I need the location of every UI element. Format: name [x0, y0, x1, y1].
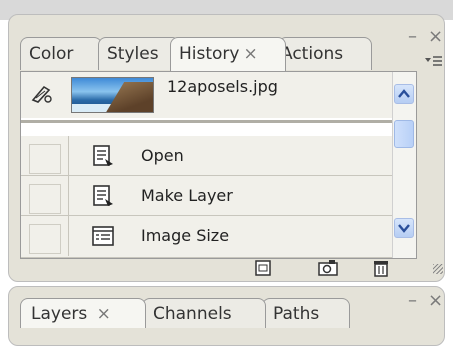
snapshot-name: 12aposels.jpg — [167, 77, 278, 96]
state-source-box[interactable] — [29, 144, 61, 174]
scroll-up-button[interactable] — [394, 84, 414, 104]
history-state-row[interactable]: Make Layer — [21, 176, 416, 216]
image-size-icon — [91, 224, 115, 248]
resize-grip-icon[interactable] — [433, 264, 443, 274]
vertical-scrollbar[interactable] — [392, 72, 416, 258]
tab-actions[interactable]: Actions — [278, 37, 372, 70]
minimize-icon[interactable]: – — [408, 290, 417, 311]
trash-icon — [374, 261, 388, 277]
history-state-row[interactable]: Image Size — [21, 216, 416, 258]
chevron-down-icon — [398, 224, 410, 233]
history-state-row[interactable]: Open — [21, 136, 416, 176]
history-list: 12aposels.jpg Open Make Layer Image Size — [20, 71, 417, 259]
snapshot-row[interactable]: 12aposels.jpg — [21, 72, 416, 118]
tab-channels[interactable]: Channels — [142, 298, 266, 328]
tab-layers[interactable]: Layers × — [20, 298, 146, 328]
state-label: Image Size — [141, 226, 230, 245]
history-brush-source-icon[interactable] — [30, 82, 52, 104]
new-snapshot-button[interactable] — [317, 258, 339, 278]
snapshot-thumbnail — [71, 77, 154, 113]
tab-label: History — [179, 44, 240, 64]
new-document-from-state-icon — [255, 260, 271, 276]
state-source-box[interactable] — [29, 224, 61, 254]
tab-close-icon[interactable]: × — [97, 304, 111, 324]
delete-state-button[interactable] — [370, 258, 392, 278]
tab-paths[interactable]: Paths — [262, 298, 350, 328]
state-source-box[interactable] — [29, 184, 61, 214]
tab-label: Channels — [153, 304, 232, 324]
tab-label: Layers — [31, 304, 88, 324]
camera-icon — [318, 260, 338, 276]
scroll-down-button[interactable] — [394, 218, 414, 238]
history-panel-tabbar: Color Styles History × Actions — [20, 37, 440, 71]
state-label: Make Layer — [141, 186, 233, 205]
tab-color[interactable]: Color — [20, 37, 102, 70]
tab-close-icon[interactable]: × — [243, 44, 257, 64]
scroll-thumb[interactable] — [394, 120, 414, 148]
close-icon[interactable]: × — [428, 290, 443, 311]
tab-label: Paths — [273, 304, 320, 324]
tab-history[interactable]: History × — [170, 37, 286, 71]
snapshot-separator — [21, 120, 416, 123]
chevron-up-icon — [398, 89, 410, 98]
tab-label: Actions — [281, 44, 344, 64]
tab-label: Styles — [107, 44, 159, 64]
tab-styles[interactable]: Styles — [98, 37, 180, 70]
new-document-from-state-button[interactable] — [252, 258, 274, 278]
document-icon — [91, 184, 115, 208]
document-icon — [91, 144, 115, 168]
state-label: Open — [141, 146, 184, 165]
tab-label: Color — [29, 44, 74, 64]
